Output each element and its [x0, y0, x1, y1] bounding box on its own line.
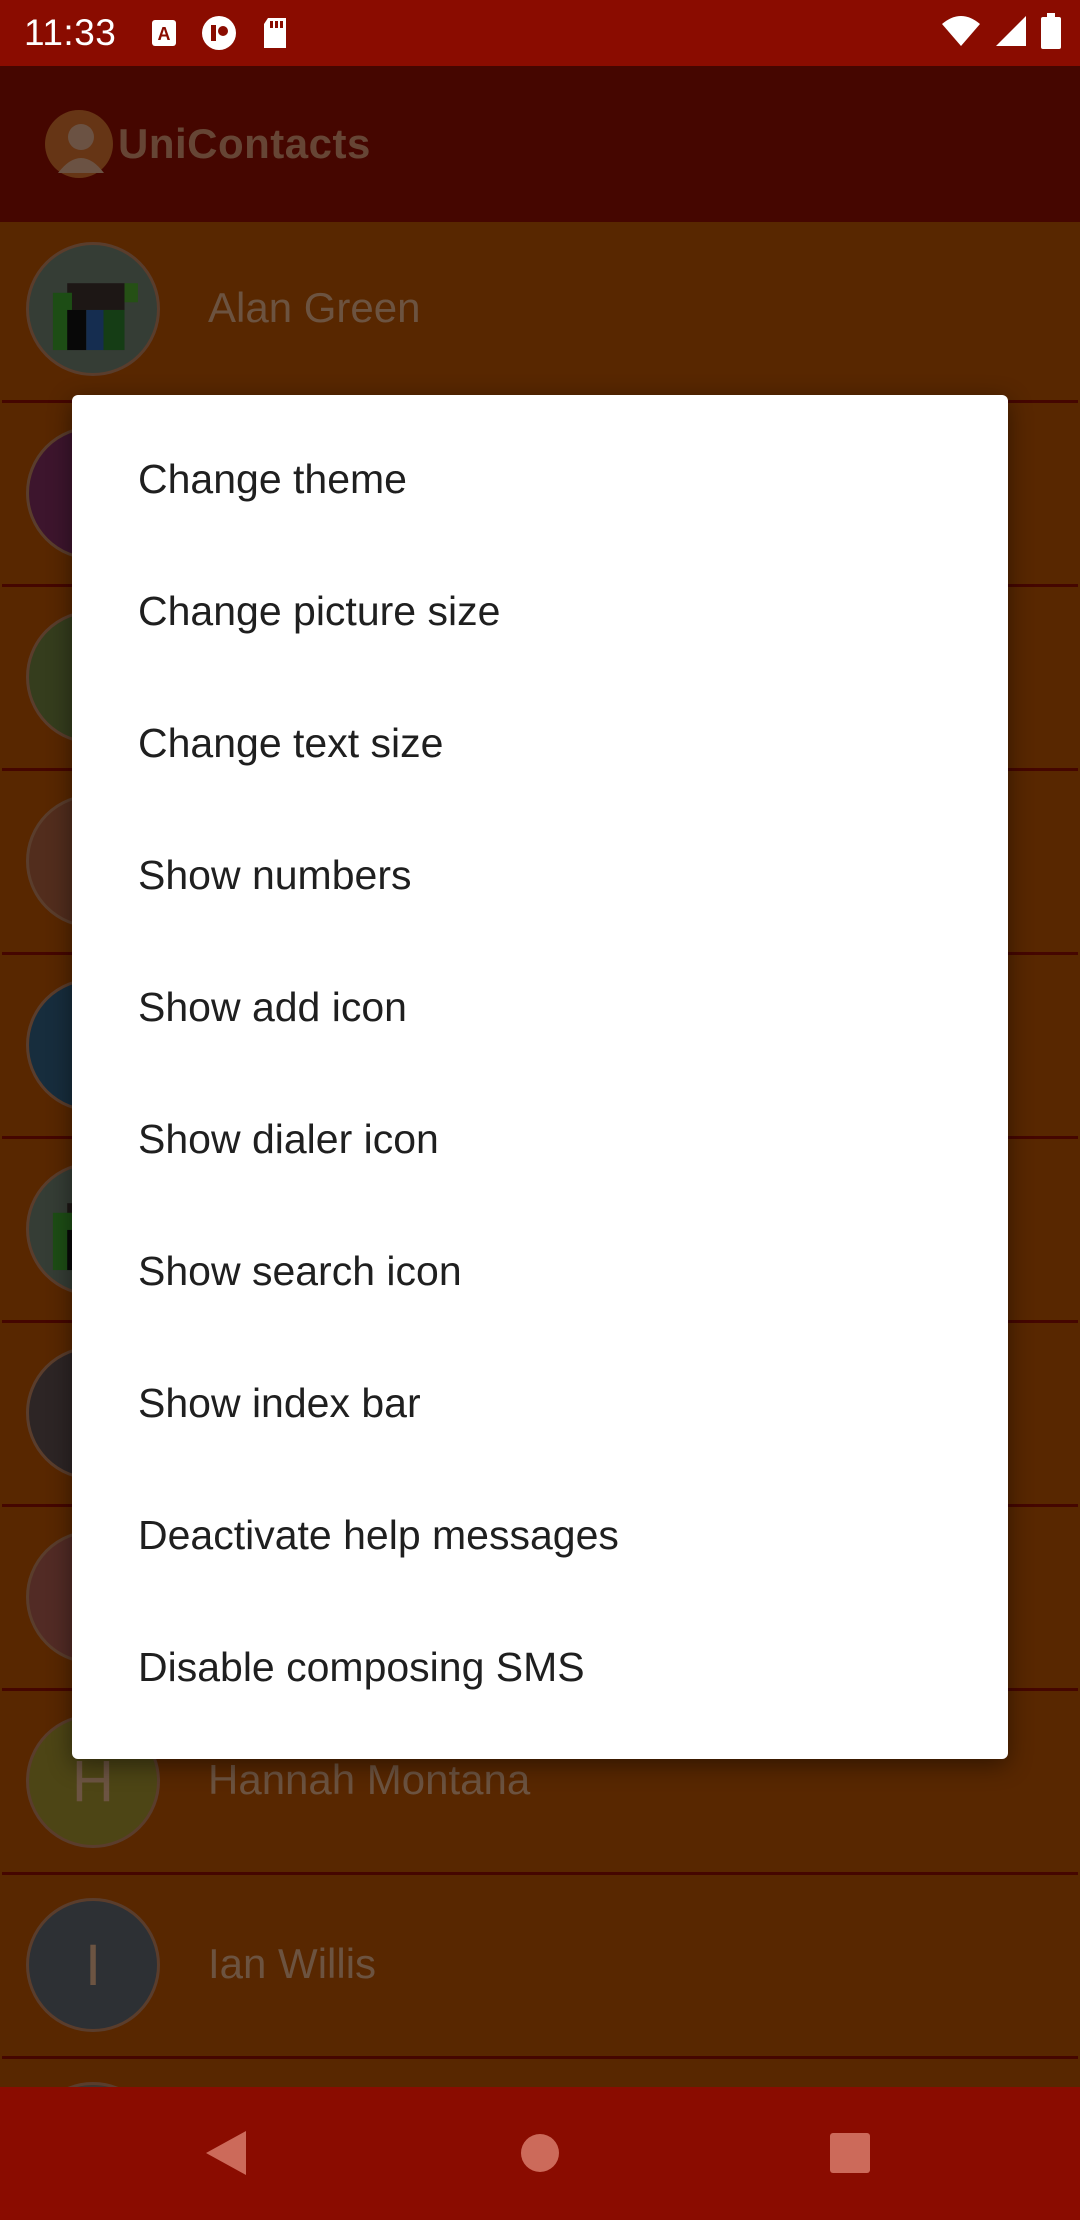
cellular-signal-icon	[996, 16, 1026, 46]
menu-item-disable-sms[interactable]: Disable composing SMS	[72, 1601, 1008, 1733]
menu-item-change-text-size[interactable]: Change text size	[72, 677, 1008, 809]
menu-item-show-dialer-icon[interactable]: Show dialer icon	[72, 1073, 1008, 1205]
navigation-bar	[0, 2087, 1080, 2220]
keyboard-a-icon: A	[152, 20, 177, 46]
menu-item-change-picture-size[interactable]: Change picture size	[72, 545, 1008, 677]
home-icon[interactable]	[520, 2133, 560, 2173]
menu-item-show-add-icon[interactable]: Show add icon	[72, 941, 1008, 1073]
menu-item-show-index-bar[interactable]: Show index bar	[72, 1337, 1008, 1469]
app-notification-icon	[202, 16, 237, 50]
status-bar: 11:33 A	[0, 0, 1080, 66]
battery-icon	[1041, 13, 1061, 49]
menu-item-deactivate-help[interactable]: Deactivate help messages	[72, 1469, 1008, 1601]
status-system-icons	[940, 12, 1062, 50]
wifi-icon	[942, 16, 980, 46]
svg-text:A: A	[158, 24, 171, 44]
status-notification-icons: A	[150, 14, 290, 52]
options-menu: Change theme Change picture size Change …	[72, 395, 1008, 1759]
menu-item-change-theme[interactable]: Change theme	[72, 413, 1008, 545]
menu-item-show-numbers[interactable]: Show numbers	[72, 809, 1008, 941]
sd-card-icon	[264, 18, 287, 48]
back-icon[interactable]	[204, 2129, 248, 2177]
recents-icon[interactable]	[829, 2132, 871, 2174]
menu-item-show-search-icon[interactable]: Show search icon	[72, 1205, 1008, 1337]
status-time: 11:33	[24, 12, 117, 53]
